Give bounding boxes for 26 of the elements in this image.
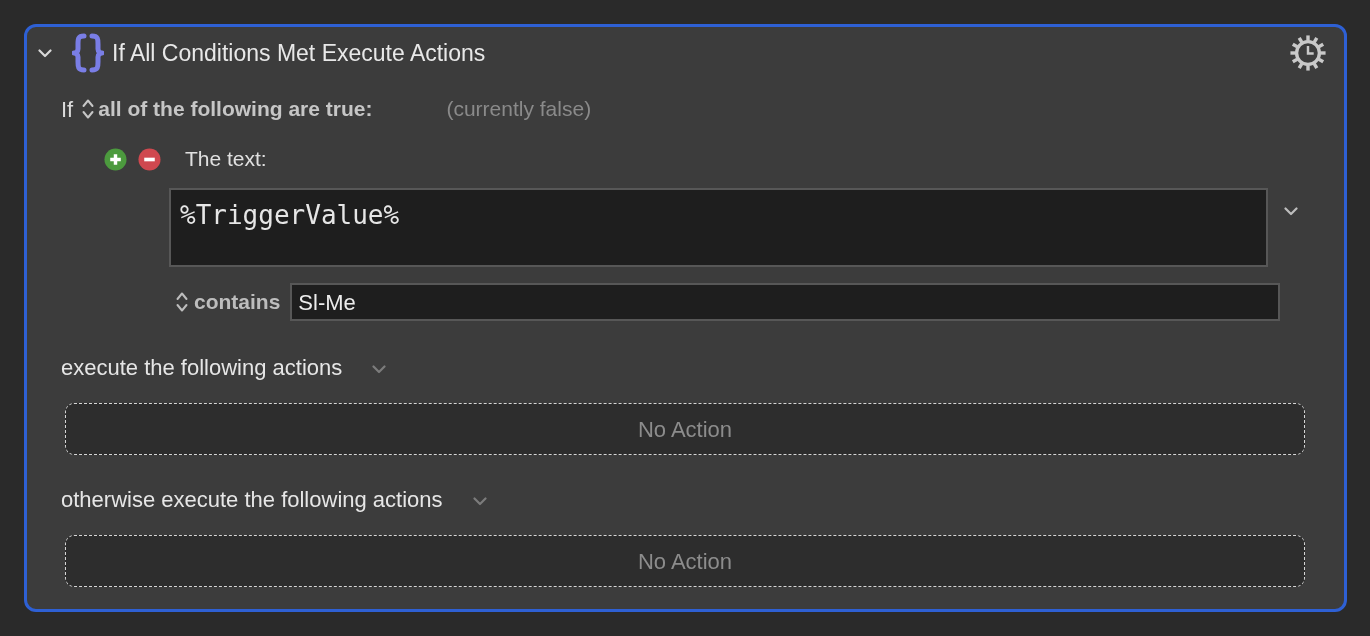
- dropdown-chevron-icon[interactable]: [472, 496, 487, 506]
- if-label: If: [61, 95, 74, 124]
- condition-status: (currently false): [446, 96, 592, 123]
- empty-placeholder: No Action: [637, 415, 733, 444]
- block-title: If All Conditions Met Execute Actions: [112, 38, 486, 68]
- branch-label: execute the following actions: [61, 353, 343, 382]
- branch-label: otherwise execute the following actions: [61, 485, 443, 514]
- add-icon[interactable]: [104, 147, 127, 171]
- up-down-chevron-icon: [82, 98, 95, 120]
- dropdown-chevron-icon[interactable]: [1284, 207, 1298, 216]
- braces-icon: [72, 33, 104, 73]
- remove-icon[interactable]: [138, 147, 161, 171]
- text-area-field[interactable]: %TriggerValue%: [169, 188, 1268, 267]
- operator-popup[interactable]: contains: [176, 286, 281, 318]
- empty-placeholder: No Action: [637, 547, 733, 576]
- up-down-chevron-icon: [176, 291, 188, 313]
- action-drop-zone[interactable]: No Action: [65, 535, 1305, 587]
- field-value: Sl-Me: [298, 288, 356, 317]
- chevron-down-icon[interactable]: [38, 48, 52, 58]
- dropdown-chevron-icon[interactable]: [372, 364, 387, 374]
- condition-label: The text:: [185, 146, 267, 173]
- match-text-field[interactable]: Sl-Me: [290, 283, 1281, 321]
- gear-clock-icon[interactable]: [1289, 34, 1327, 72]
- text-value: %TriggerValue%: [180, 200, 400, 230]
- action-drop-zone[interactable]: No Action: [65, 403, 1305, 455]
- condition-mode-popup[interactable]: all of the following are true:: [82, 93, 373, 125]
